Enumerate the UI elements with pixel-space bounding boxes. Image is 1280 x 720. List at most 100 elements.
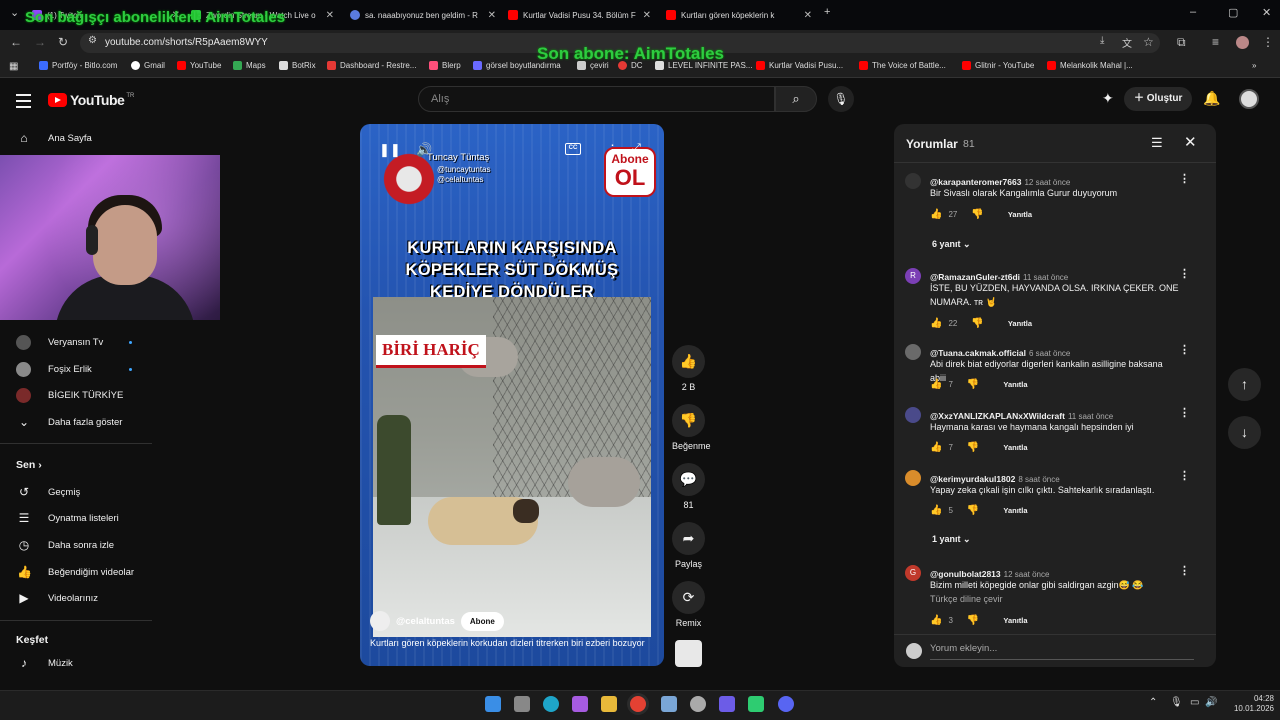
- thumbs-down-icon[interactable]: 👎: [967, 615, 979, 626]
- thumbs-down-icon[interactable]: 👎: [971, 209, 983, 220]
- bookmark-star-icon[interactable]: ☆: [1143, 35, 1154, 49]
- browser-menu-icon[interactable]: ⋮: [1262, 35, 1274, 49]
- comments-button[interactable]: 💬 81: [672, 463, 705, 510]
- reply-button[interactable]: Yanıtla: [1003, 380, 1027, 389]
- system-clock[interactable]: 04:28 10.01.2026: [1224, 694, 1274, 714]
- close-icon[interactable]: ✕: [804, 10, 812, 21]
- sidebar-item-liked-videos[interactable]: 👍 Beğendiğim videolar: [0, 559, 152, 585]
- more-options-icon[interactable]: ⋮: [1179, 469, 1190, 482]
- app-icon[interactable]: [719, 696, 735, 712]
- extensions-icon[interactable]: ⧉: [1177, 35, 1186, 50]
- more-options-icon[interactable]: ⋮: [1179, 267, 1190, 280]
- reply-button[interactable]: Yanıtla: [1008, 210, 1032, 219]
- show-more-button[interactable]: ⌄ Daha fazla göster: [0, 409, 152, 435]
- reply-button[interactable]: Yanıtla: [1008, 319, 1032, 328]
- translate-link[interactable]: Türkçe diline çevir: [930, 594, 1003, 604]
- notifications-bell-icon[interactable]: 🔔: [1203, 90, 1220, 107]
- commenter-avatar[interactable]: R: [905, 268, 921, 284]
- task-view-icon[interactable]: [514, 696, 530, 712]
- bookmark-item[interactable]: Maps: [233, 61, 266, 70]
- thumbs-up-icon[interactable]: 👍: [930, 209, 942, 220]
- close-window-icon[interactable]: ✕: [1262, 6, 1271, 19]
- close-icon[interactable]: ✕: [326, 10, 334, 21]
- more-options-icon[interactable]: ⋮: [1179, 406, 1190, 419]
- like-button[interactable]: 👍 2 B: [672, 345, 705, 392]
- reply-button[interactable]: Yanıtla: [1003, 506, 1027, 515]
- reply-button[interactable]: Yanıtla: [1003, 616, 1027, 625]
- thumbs-down-icon[interactable]: 👎: [971, 318, 983, 329]
- browser-tab[interactable]: Kurtlar Vadisi Pusu 34. Bölüm F ✕: [508, 6, 651, 24]
- thumbs-up-icon[interactable]: 👍: [930, 379, 942, 390]
- reply-button[interactable]: Yanıtla: [1003, 443, 1027, 452]
- subscribe-button[interactable]: Abone: [460, 611, 504, 631]
- share-button[interactable]: ➦ Paylaş: [672, 522, 705, 569]
- bookmark-item[interactable]: YouTube: [177, 61, 221, 70]
- audio-source-thumbnail[interactable]: [675, 640, 702, 667]
- browser-tab-active[interactable]: Kurtları gören köpeklerin k ✕: [666, 6, 812, 24]
- more-options-icon[interactable]: ⋮: [1179, 564, 1190, 577]
- voice-search-button[interactable]: 🎙: [828, 86, 854, 112]
- forward-icon[interactable]: →: [34, 35, 46, 49]
- sidebar-item-channel[interactable]: Foşix Erlik: [0, 356, 152, 382]
- sidebar-item-home[interactable]: ⌂ Ana Sayfa: [0, 125, 152, 151]
- mic-icon[interactable]: 🎙: [1170, 697, 1183, 708]
- video-caption[interactable]: Kurtları gören köpeklerin korkudan dizle…: [370, 638, 645, 648]
- display-icon[interactable]: ▭: [1190, 697, 1199, 708]
- more-options-icon[interactable]: ⋮: [1179, 343, 1190, 356]
- sidebar-item-history[interactable]: ↺ Geçmiş: [0, 479, 152, 505]
- search-input[interactable]: Alış: [418, 86, 775, 112]
- sidebar-item-watch-later[interactable]: ◷ Daha sonra izle: [0, 532, 152, 558]
- new-tab-icon[interactable]: +: [824, 6, 830, 18]
- discord-icon[interactable]: [778, 696, 794, 712]
- close-icon[interactable]: ✕: [488, 10, 496, 21]
- add-comment-input[interactable]: Yorum ekleyin...: [930, 643, 1194, 660]
- apps-icon[interactable]: ▦: [9, 61, 18, 72]
- more-options-icon[interactable]: ⋮: [1179, 172, 1190, 185]
- sidebar-item-channel[interactable]: BİGEIK TÜRKİYE: [0, 382, 152, 408]
- bookmark-item[interactable]: Melankolik Mahal |...: [1047, 61, 1133, 70]
- app-icon[interactable]: [748, 696, 764, 712]
- thumbs-up-icon[interactable]: 👍: [930, 442, 942, 453]
- bookmark-item[interactable]: Dashboard - Restre...: [327, 61, 416, 70]
- thumbs-up-icon[interactable]: 👍: [930, 615, 942, 626]
- volume-icon[interactable]: 🔊: [1205, 697, 1217, 708]
- sparkle-icon[interactable]: ✦: [1102, 90, 1114, 107]
- commenter-avatar[interactable]: [905, 173, 921, 189]
- more-options-icon[interactable]: ⋮: [606, 142, 619, 158]
- section-you[interactable]: Sen ›: [16, 459, 42, 471]
- bookmark-item[interactable]: The Voice of Battle...: [859, 61, 946, 70]
- install-icon[interactable]: ⤓: [1100, 35, 1104, 46]
- pause-icon[interactable]: ❚❚: [379, 142, 401, 158]
- captions-icon[interactable]: CC: [565, 143, 581, 155]
- close-icon[interactable]: ✕: [643, 10, 651, 21]
- channel-avatar[interactable]: [370, 611, 390, 631]
- thumbs-down-icon[interactable]: 👎: [967, 379, 979, 390]
- edge-icon[interactable]: [543, 696, 559, 712]
- reload-icon[interactable]: ↻: [58, 35, 68, 49]
- sidebar-item-channel[interactable]: Veryansın Tv: [0, 329, 152, 355]
- app-icon[interactable]: [661, 696, 677, 712]
- commenter-avatar[interactable]: [905, 344, 921, 360]
- media-control-icon[interactable]: ≡: [1212, 35, 1219, 49]
- profile-avatar[interactable]: [1236, 36, 1249, 49]
- bookmark-item[interactable]: BotRix: [279, 61, 316, 70]
- translate-icon[interactable]: 文: [1122, 35, 1132, 50]
- minimize-icon[interactable]: –: [1190, 6, 1196, 18]
- tab-list-icon[interactable]: ⌄: [10, 6, 19, 19]
- channel-name[interactable]: @celaltuntas: [396, 616, 455, 627]
- chrome-icon[interactable]: [630, 696, 646, 712]
- thumbs-up-icon[interactable]: 👍: [930, 505, 942, 516]
- browser-tab[interactable]: sa. naaabıyonuz ben geldim - R ✕: [350, 6, 496, 24]
- commenter-avatar[interactable]: [905, 407, 921, 423]
- bookmark-item[interactable]: Gmail: [131, 61, 165, 70]
- sidebar-item-your-videos[interactable]: ▶ Videolarınız: [0, 585, 152, 611]
- windows-start-icon[interactable]: [485, 696, 501, 712]
- youtube-logo[interactable]: YouTube TR: [48, 92, 134, 108]
- copilot-icon[interactable]: [572, 696, 588, 712]
- sidebar-item-music[interactable]: ♪ Müzik: [0, 650, 152, 676]
- sidebar-item-playlists[interactable]: ☰ Oynatma listeleri: [0, 505, 152, 531]
- sort-icon[interactable]: ☰: [1151, 135, 1163, 151]
- back-icon[interactable]: ←: [10, 35, 22, 49]
- previous-short-button[interactable]: ↑: [1228, 368, 1261, 401]
- menu-icon[interactable]: [16, 94, 31, 112]
